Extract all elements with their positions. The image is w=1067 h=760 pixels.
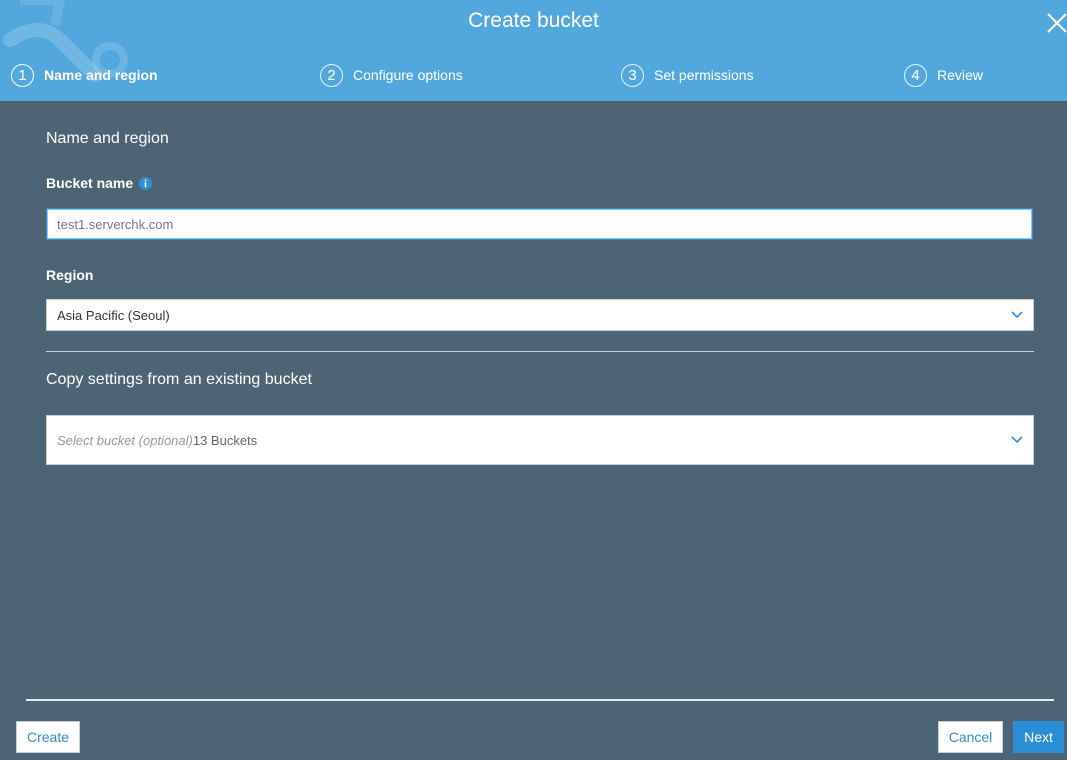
bucket-name-label: Bucket name — [46, 175, 153, 191]
step-configure-options[interactable]: 2 Configure options — [320, 62, 463, 88]
bucket-name-input[interactable] — [46, 208, 1033, 240]
step-label: Review — [937, 67, 983, 83]
bucket-name-label-text: Bucket name — [46, 175, 134, 191]
section-title: Name and region — [46, 130, 169, 147]
bucket-count: 13 Buckets — [192, 432, 258, 448]
section-divider — [46, 351, 1034, 352]
region-select-value: Asia Pacific (Seoul) — [57, 307, 170, 323]
info-icon[interactable] — [139, 176, 153, 190]
step-set-permissions[interactable]: 3 Set permissions — [621, 62, 754, 88]
step-review[interactable]: 4 Review — [904, 62, 983, 88]
step-label: Set permissions — [654, 67, 754, 83]
step-number: 2 — [320, 63, 343, 87]
region-label: Region — [46, 267, 94, 283]
chevron-down-icon — [1011, 311, 1023, 319]
copy-bucket-select[interactable]: Select bucket (optional) 13 Buckets — [46, 415, 1034, 465]
page-title: Create bucket — [468, 9, 599, 32]
copy-settings-title: Copy settings from an existing bucket — [46, 371, 312, 388]
next-button[interactable]: Next — [1013, 721, 1064, 753]
close-icon[interactable] — [1044, 10, 1067, 36]
step-label: Name and region — [44, 67, 158, 83]
cancel-button[interactable]: Cancel — [938, 721, 1003, 753]
step-number: 4 — [904, 63, 927, 87]
chevron-down-icon — [1011, 436, 1023, 444]
step-label: Configure options — [353, 67, 463, 83]
wizard-header: Create bucket 1 Name and region 2 Config… — [0, 0, 1067, 101]
step-number: 1 — [11, 63, 34, 87]
create-button[interactable]: Create — [16, 721, 80, 753]
copy-bucket-placeholder: Select bucket (optional) — [57, 432, 193, 448]
region-select[interactable]: Asia Pacific (Seoul) — [46, 299, 1034, 331]
footer-divider — [26, 699, 1054, 701]
step-name-and-region[interactable]: 1 Name and region — [11, 62, 158, 88]
step-number: 3 — [621, 63, 644, 87]
